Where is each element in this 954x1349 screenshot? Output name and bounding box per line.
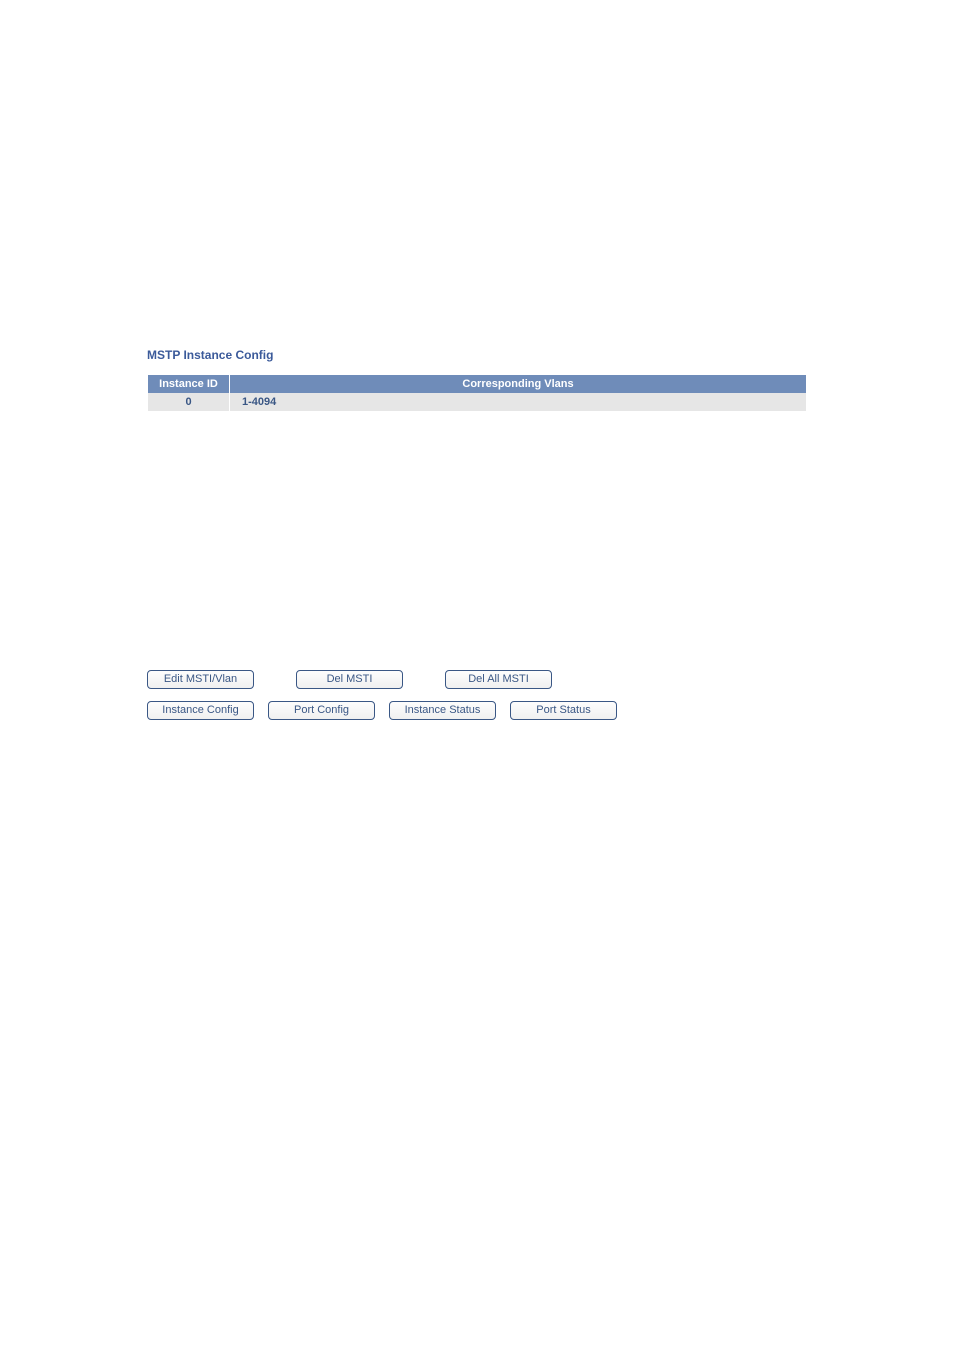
del-all-msti-button[interactable]: Del All MSTI bbox=[445, 670, 552, 689]
cell-corresponding-vlans: 1-4094 bbox=[230, 393, 807, 412]
instance-status-button[interactable]: Instance Status bbox=[389, 701, 496, 720]
header-instance-id: Instance ID bbox=[148, 375, 230, 394]
button-area: Edit MSTI/Vlan Del MSTI Del All MSTI Ins… bbox=[147, 670, 807, 720]
edit-msti-vlan-button[interactable]: Edit MSTI/Vlan bbox=[147, 670, 254, 689]
page-title: MSTP Instance Config bbox=[147, 348, 807, 362]
port-config-button[interactable]: Port Config bbox=[268, 701, 375, 720]
header-corresponding-vlans: Corresponding Vlans bbox=[230, 375, 807, 394]
instance-table: Instance ID Corresponding Vlans 0 1-4094 bbox=[147, 374, 807, 412]
cell-instance-id: 0 bbox=[148, 393, 230, 412]
table-row[interactable]: 0 1-4094 bbox=[148, 393, 807, 412]
port-status-button[interactable]: Port Status bbox=[510, 701, 617, 720]
button-row-top: Edit MSTI/Vlan Del MSTI Del All MSTI bbox=[147, 670, 807, 689]
table-header-row: Instance ID Corresponding Vlans bbox=[148, 375, 807, 394]
instance-config-button[interactable]: Instance Config bbox=[147, 701, 254, 720]
del-msti-button[interactable]: Del MSTI bbox=[296, 670, 403, 689]
main-content: MSTP Instance Config Instance ID Corresp… bbox=[0, 0, 954, 720]
button-row-bottom: Instance Config Port Config Instance Sta… bbox=[147, 701, 807, 720]
